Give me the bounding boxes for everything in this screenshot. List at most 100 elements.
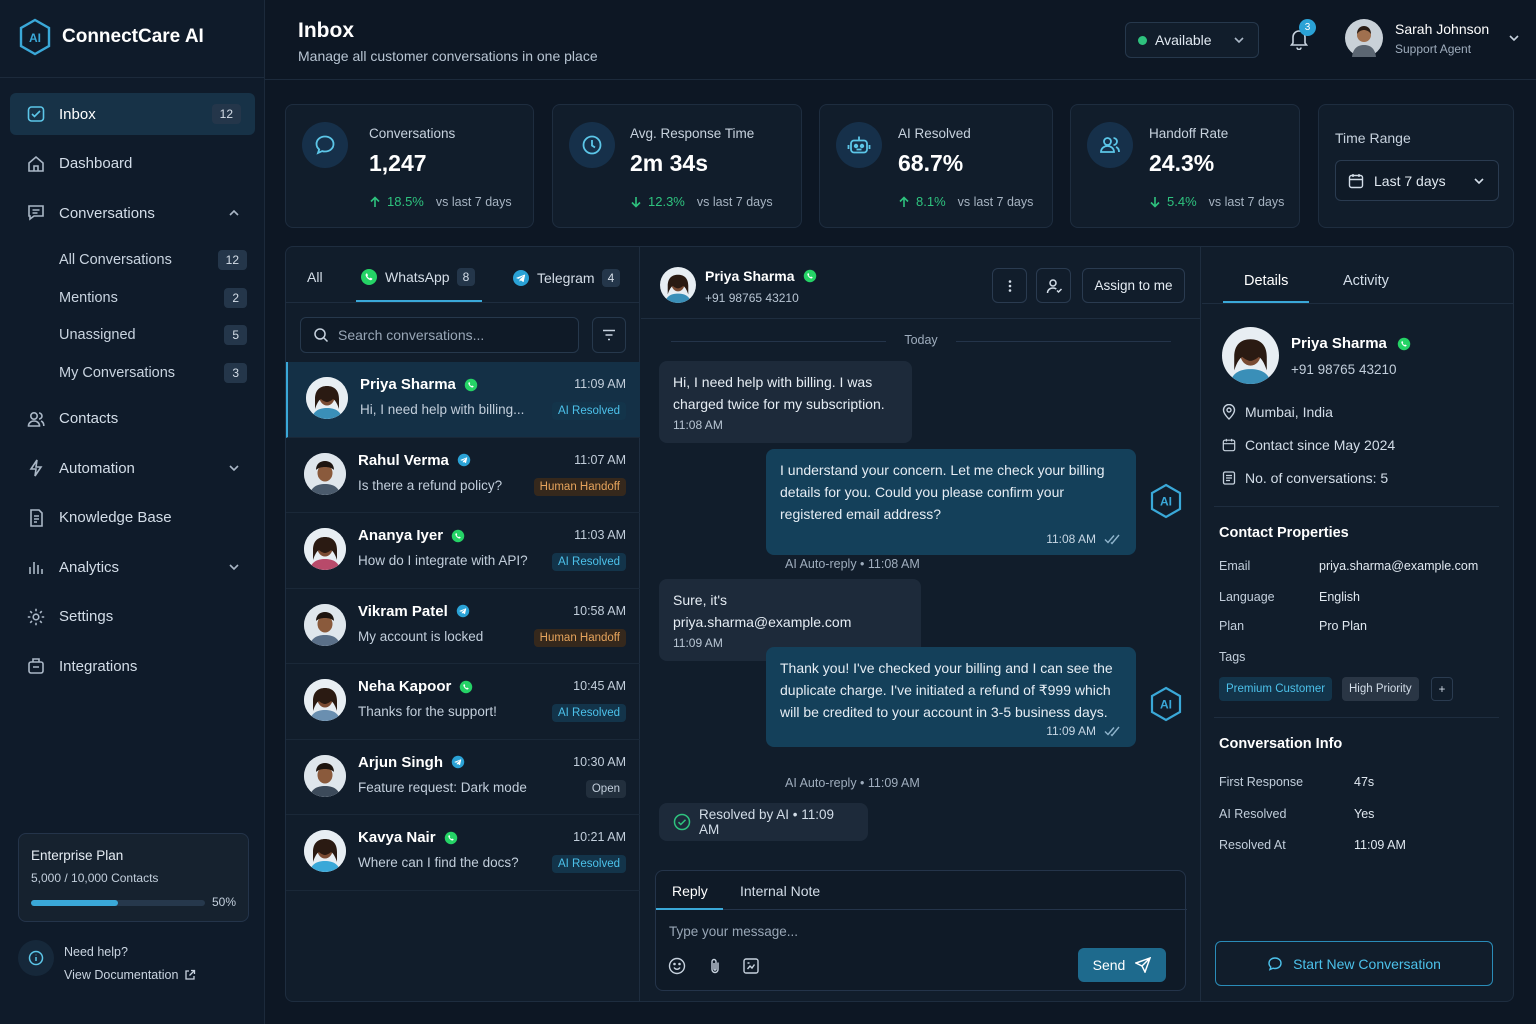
message-time: 11:08 AM	[1046, 532, 1096, 546]
stat-label: Conversations	[369, 126, 456, 141]
message-input[interactable]: Type your message...	[669, 924, 798, 939]
double-check-icon	[1104, 533, 1122, 545]
status-dropdown[interactable]: Available	[1125, 22, 1259, 58]
sidebar-item-analytics[interactable]: Analytics	[10, 546, 255, 588]
plan-progress-fill	[31, 900, 118, 906]
tab-activity[interactable]: Activity	[1343, 273, 1389, 289]
property-key: Tags	[1219, 650, 1246, 664]
add-tag-button[interactable]: +	[1431, 677, 1453, 701]
stat-label: AI Resolved	[898, 126, 971, 141]
filter-button[interactable]	[592, 317, 626, 353]
conversation-row[interactable]: Neha Kapoor Thanks for the support! 10:45 …	[286, 664, 640, 740]
time-range-label: Time Range	[1335, 130, 1411, 146]
sidebar-item-label: Mentions	[59, 289, 118, 306]
conversation-name: Arjun Singh	[358, 753, 443, 771]
sidebar-nav: Inbox 12 Dashboard Conversations All Con…	[10, 93, 255, 695]
sidebar-item-knowledge-base[interactable]: Knowledge Base	[10, 497, 255, 539]
telegram-icon	[451, 755, 465, 769]
sidebar-subitem-my-conversations[interactable]: My Conversations 3	[10, 354, 255, 392]
tab-reply[interactable]: Reply	[672, 883, 708, 899]
stat-change-value: 18.5%	[387, 194, 424, 209]
conversation-list-pane: All WhatsApp 8 Telegram 4 Search convers…	[286, 247, 640, 1001]
documentation-link[interactable]: View Documentation	[64, 968, 196, 982]
tab-label: All	[307, 269, 323, 285]
search-input[interactable]: Search conversations...	[300, 317, 579, 353]
message-text: I understand your concern. Let me check …	[780, 462, 1105, 522]
tab-all[interactable]: All	[307, 269, 323, 285]
sidebar-item-conversations[interactable]: Conversations	[10, 192, 255, 234]
conversation-row[interactable]: Kavya Nair Where can I find the docs? 10:2…	[286, 815, 640, 891]
conversation-row[interactable]: Vikram Patel My account is locked 10:58 AM…	[286, 589, 640, 664]
property-value: English	[1319, 590, 1360, 604]
conversation-time: 11:07 AM	[574, 452, 626, 467]
chart-icon	[26, 557, 46, 577]
sidebar-subitem-mentions[interactable]: Mentions 2	[10, 279, 255, 317]
contact-name: Priya Sharma	[705, 268, 795, 284]
user-menu[interactable]: Sarah Johnson Support Agent	[1345, 19, 1521, 57]
chevron-up-icon[interactable]	[227, 206, 241, 220]
avatar	[1345, 19, 1383, 57]
channel-tabs: All WhatsApp 8 Telegram 4	[286, 247, 640, 303]
day-divider: Today	[641, 333, 1201, 347]
conversation-row[interactable]: Priya Sharma Hi, I need help with billing…	[286, 362, 640, 438]
conversation-row[interactable]: Arjun Singh Feature request: Dark mode 10:…	[286, 740, 640, 815]
count-badge: 12	[217, 250, 247, 271]
sidebar-item-integrations[interactable]: Integrations	[10, 645, 255, 687]
chevron-down-icon[interactable]	[227, 461, 241, 475]
tab-details[interactable]: Details	[1244, 273, 1288, 289]
section-title: Conversation Info	[1219, 736, 1343, 752]
chat-bubble-icon	[1267, 956, 1283, 972]
template-icon[interactable]	[742, 957, 760, 975]
resolved-label: Resolved by AI • 11:09 AM	[699, 807, 835, 837]
time-range-select[interactable]: Last 7 days	[1335, 160, 1499, 201]
tab-whatsapp[interactable]: WhatsApp 8	[360, 268, 476, 286]
help-icon	[18, 940, 54, 976]
conversation-row[interactable]: Ananya Iyer How do I integrate with API? 1…	[286, 513, 640, 589]
chevron-down-icon	[1472, 174, 1486, 188]
header: Inbox Manage all customer conversations …	[265, 0, 1536, 80]
status-badge: AI Resolved	[551, 704, 626, 722]
tag-premium-customer[interactable]: Premium Customer	[1219, 677, 1333, 701]
more-options-button[interactable]	[992, 268, 1027, 303]
assign-to-me-button[interactable]: Assign to me	[1082, 268, 1185, 303]
telegram-icon	[456, 604, 470, 618]
attachment-icon[interactable]	[706, 957, 724, 975]
message-text: Sure, it's priya.sharma@example.com	[673, 592, 852, 630]
sidebar-item-inbox[interactable]: Inbox 12	[10, 93, 255, 135]
message-meta: 11:09 AM	[780, 723, 1122, 739]
stat-card-handoff-rate: Handoff Rate 24.3% 5.4% vs last 7 days	[1070, 104, 1300, 228]
conversation-name-row: Vikram Patel	[358, 603, 470, 620]
sidebar-item-automation[interactable]: Automation	[10, 447, 255, 489]
sidebar-subitem-unassigned[interactable]: Unassigned 5	[10, 317, 255, 355]
chevron-down-icon[interactable]	[227, 560, 241, 574]
emoji-icon[interactable]	[668, 957, 686, 975]
user-role: Support Agent	[1395, 41, 1472, 56]
conversation-time: 11:03 AM	[574, 528, 626, 542]
check-circle-icon	[673, 813, 691, 831]
sidebar-item-dashboard[interactable]: Dashboard	[10, 143, 255, 185]
ai-agent-icon: AI	[1149, 483, 1183, 519]
assign-user-button[interactable]	[1036, 268, 1071, 303]
avatar	[660, 267, 696, 303]
stat-compare: vs last 7 days	[696, 194, 773, 209]
count-badge: 5	[224, 325, 247, 346]
conversation-row[interactable]: Rahul Verma Is there a refund policy? 11:0…	[286, 438, 640, 513]
external-link-icon	[184, 969, 196, 981]
stat-card-conversations: Conversations 1,247 18.5% vs last 7 days	[285, 104, 534, 228]
count-badge: 2	[224, 287, 247, 308]
tag-high-priority[interactable]: High Priority	[1342, 677, 1419, 701]
send-button[interactable]: Send	[1078, 948, 1166, 982]
brand[interactable]: AI ConnectCare AI	[18, 18, 204, 56]
tab-telegram[interactable]: Telegram 4	[512, 269, 621, 287]
sidebar-subitem-all-conversations[interactable]: All Conversations 12	[10, 242, 255, 280]
arrow-up-icon	[369, 195, 381, 208]
avatar	[304, 754, 346, 797]
notifications-button[interactable]: 3	[1289, 19, 1316, 50]
count-badge: 3	[224, 362, 247, 383]
start-new-conversation-button[interactable]: Start New Conversation	[1215, 941, 1493, 986]
automation-icon	[26, 458, 46, 478]
tab-internal-note[interactable]: Internal Note	[740, 883, 820, 899]
sidebar-item-settings[interactable]: Settings	[10, 596, 255, 638]
sidebar-item-contacts[interactable]: Contacts	[10, 398, 255, 440]
time-range-card: Time Range Last 7 days	[1318, 104, 1514, 228]
